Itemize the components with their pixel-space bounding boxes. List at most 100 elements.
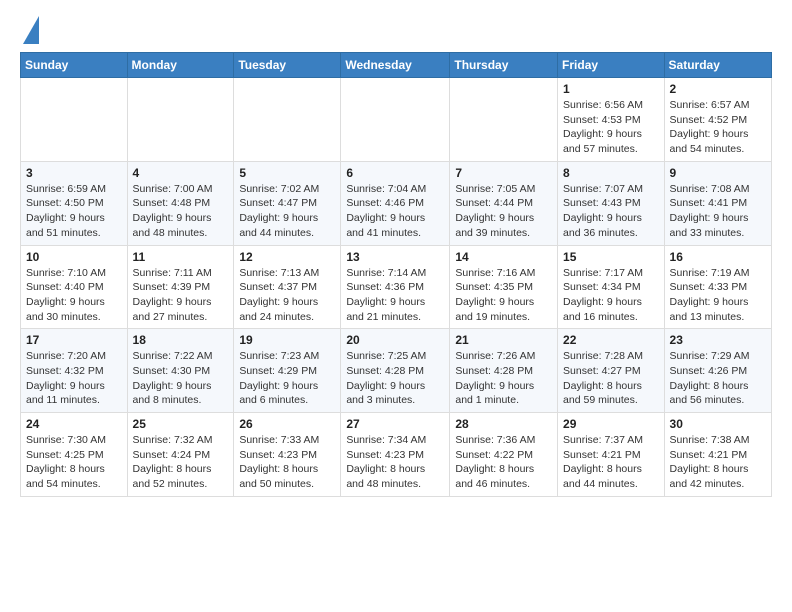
day-number: 5 [239, 166, 335, 180]
calendar-cell: 22 Sunrise: 7:28 AM Sunset: 4:27 PM Dayli… [558, 329, 665, 413]
calendar-cell: 12 Sunrise: 7:13 AM Sunset: 4:37 PM Dayli… [234, 245, 341, 329]
day-number: 26 [239, 417, 335, 431]
weekday-header-friday: Friday [558, 53, 665, 78]
calendar-week-row: 1 Sunrise: 6:56 AM Sunset: 4:53 PM Daylig… [21, 78, 772, 162]
day-info: Sunrise: 7:13 AM Sunset: 4:37 PM Dayligh… [239, 266, 335, 325]
day-number: 22 [563, 333, 659, 347]
day-info: Sunrise: 7:20 AM Sunset: 4:32 PM Dayligh… [26, 349, 122, 408]
calendar-cell: 16Sunrise: 7:19 AM Sunset: 4:33 PM Dayli… [664, 245, 771, 329]
day-number: 21 [455, 333, 552, 347]
logo [20, 16, 39, 44]
calendar-cell: 8 Sunrise: 7:07 AM Sunset: 4:43 PM Daylig… [558, 161, 665, 245]
weekday-header-sunday: Sunday [21, 53, 128, 78]
day-info: Sunrise: 7:17 AM Sunset: 4:34 PM Dayligh… [563, 266, 659, 325]
day-number: 6 [346, 166, 444, 180]
calendar-cell: 24Sunrise: 7:30 AM Sunset: 4:25 PM Dayli… [21, 413, 128, 497]
calendar-cell: 9Sunrise: 7:08 AM Sunset: 4:41 PM Daylig… [664, 161, 771, 245]
day-number: 28 [455, 417, 552, 431]
calendar-week-row: 17 Sunrise: 7:20 AM Sunset: 4:32 PM Dayli… [21, 329, 772, 413]
calendar-cell: 3 Sunrise: 6:59 AM Sunset: 4:50 PM Daylig… [21, 161, 128, 245]
calendar-cell: 1 Sunrise: 6:56 AM Sunset: 4:53 PM Daylig… [558, 78, 665, 162]
weekday-header-monday: Monday [127, 53, 234, 78]
day-info: Sunrise: 7:07 AM Sunset: 4:43 PM Dayligh… [563, 182, 659, 241]
day-number: 19 [239, 333, 335, 347]
calendar-cell [21, 78, 128, 162]
day-number: 3 [26, 166, 122, 180]
day-info: Sunrise: 6:59 AM Sunset: 4:50 PM Dayligh… [26, 182, 122, 241]
day-number: 30 [670, 417, 766, 431]
calendar-cell: 17 Sunrise: 7:20 AM Sunset: 4:32 PM Dayli… [21, 329, 128, 413]
calendar-cell [127, 78, 234, 162]
day-number: 13 [346, 250, 444, 264]
calendar-week-row: 24Sunrise: 7:30 AM Sunset: 4:25 PM Dayli… [21, 413, 772, 497]
day-number: 16 [670, 250, 766, 264]
day-info: Sunrise: 7:04 AM Sunset: 4:46 PM Dayligh… [346, 182, 444, 241]
calendar-cell [450, 78, 558, 162]
calendar-cell: 20Sunrise: 7:25 AM Sunset: 4:28 PM Dayli… [341, 329, 450, 413]
day-info: Sunrise: 7:23 AM Sunset: 4:29 PM Dayligh… [239, 349, 335, 408]
day-info: Sunrise: 7:33 AM Sunset: 4:23 PM Dayligh… [239, 433, 335, 492]
day-number: 11 [133, 250, 229, 264]
day-info: Sunrise: 7:16 AM Sunset: 4:35 PM Dayligh… [455, 266, 552, 325]
day-number: 12 [239, 250, 335, 264]
day-number: 14 [455, 250, 552, 264]
day-number: 29 [563, 417, 659, 431]
calendar-cell: 27 Sunrise: 7:34 AM Sunset: 4:23 PM Dayli… [341, 413, 450, 497]
day-number: 23 [670, 333, 766, 347]
day-info: Sunrise: 6:56 AM Sunset: 4:53 PM Dayligh… [563, 98, 659, 157]
day-info: Sunrise: 7:34 AM Sunset: 4:23 PM Dayligh… [346, 433, 444, 492]
weekday-header-row: SundayMondayTuesdayWednesdayThursdayFrid… [21, 53, 772, 78]
calendar-cell: 4 Sunrise: 7:00 AM Sunset: 4:48 PM Daylig… [127, 161, 234, 245]
weekday-header-thursday: Thursday [450, 53, 558, 78]
day-info: Sunrise: 7:08 AM Sunset: 4:41 PM Dayligh… [670, 182, 766, 241]
day-info: Sunrise: 7:11 AM Sunset: 4:39 PM Dayligh… [133, 266, 229, 325]
day-info: Sunrise: 7:25 AM Sunset: 4:28 PM Dayligh… [346, 349, 444, 408]
day-number: 17 [26, 333, 122, 347]
day-number: 2 [670, 82, 766, 96]
day-number: 7 [455, 166, 552, 180]
day-info: Sunrise: 7:26 AM Sunset: 4:28 PM Dayligh… [455, 349, 552, 408]
day-number: 1 [563, 82, 659, 96]
logo-triangle-icon [23, 16, 39, 44]
day-info: Sunrise: 7:00 AM Sunset: 4:48 PM Dayligh… [133, 182, 229, 241]
day-number: 27 [346, 417, 444, 431]
day-info: Sunrise: 7:10 AM Sunset: 4:40 PM Dayligh… [26, 266, 122, 325]
day-number: 10 [26, 250, 122, 264]
calendar-cell: 13 Sunrise: 7:14 AM Sunset: 4:36 PM Dayli… [341, 245, 450, 329]
calendar-cell: 2 Sunrise: 6:57 AM Sunset: 4:52 PM Daylig… [664, 78, 771, 162]
day-info: Sunrise: 7:32 AM Sunset: 4:24 PM Dayligh… [133, 433, 229, 492]
day-info: Sunrise: 7:36 AM Sunset: 4:22 PM Dayligh… [455, 433, 552, 492]
calendar-cell: 23 Sunrise: 7:29 AM Sunset: 4:26 PM Dayli… [664, 329, 771, 413]
day-info: Sunrise: 7:29 AM Sunset: 4:26 PM Dayligh… [670, 349, 766, 408]
calendar-cell: 26 Sunrise: 7:33 AM Sunset: 4:23 PM Dayli… [234, 413, 341, 497]
weekday-header-tuesday: Tuesday [234, 53, 341, 78]
calendar-cell: 15Sunrise: 7:17 AM Sunset: 4:34 PM Dayli… [558, 245, 665, 329]
calendar-table: SundayMondayTuesdayWednesdayThursdayFrid… [20, 52, 772, 497]
day-number: 25 [133, 417, 229, 431]
day-info: Sunrise: 6:57 AM Sunset: 4:52 PM Dayligh… [670, 98, 766, 157]
day-number: 8 [563, 166, 659, 180]
calendar-cell: 11 Sunrise: 7:11 AM Sunset: 4:39 PM Dayli… [127, 245, 234, 329]
calendar-cell [234, 78, 341, 162]
calendar-week-row: 3 Sunrise: 6:59 AM Sunset: 4:50 PM Daylig… [21, 161, 772, 245]
calendar-cell: 10 Sunrise: 7:10 AM Sunset: 4:40 PM Dayli… [21, 245, 128, 329]
calendar-cell: 30 Sunrise: 7:38 AM Sunset: 4:21 PM Dayli… [664, 413, 771, 497]
calendar-cell: 19 Sunrise: 7:23 AM Sunset: 4:29 PM Dayli… [234, 329, 341, 413]
day-info: Sunrise: 7:28 AM Sunset: 4:27 PM Dayligh… [563, 349, 659, 408]
day-number: 4 [133, 166, 229, 180]
day-info: Sunrise: 7:14 AM Sunset: 4:36 PM Dayligh… [346, 266, 444, 325]
calendar-cell [341, 78, 450, 162]
weekday-header-wednesday: Wednesday [341, 53, 450, 78]
calendar-cell: 6 Sunrise: 7:04 AM Sunset: 4:46 PM Daylig… [341, 161, 450, 245]
calendar-cell: 28 Sunrise: 7:36 AM Sunset: 4:22 PM Dayli… [450, 413, 558, 497]
day-info: Sunrise: 7:22 AM Sunset: 4:30 PM Dayligh… [133, 349, 229, 408]
calendar-cell: 18 Sunrise: 7:22 AM Sunset: 4:30 PM Dayli… [127, 329, 234, 413]
day-number: 18 [133, 333, 229, 347]
calendar-week-row: 10 Sunrise: 7:10 AM Sunset: 4:40 PM Dayli… [21, 245, 772, 329]
day-info: Sunrise: 7:37 AM Sunset: 4:21 PM Dayligh… [563, 433, 659, 492]
calendar-cell: 5Sunrise: 7:02 AM Sunset: 4:47 PM Daylig… [234, 161, 341, 245]
calendar-cell: 21 Sunrise: 7:26 AM Sunset: 4:28 PM Dayli… [450, 329, 558, 413]
calendar-cell: 25 Sunrise: 7:32 AM Sunset: 4:24 PM Dayli… [127, 413, 234, 497]
day-info: Sunrise: 7:38 AM Sunset: 4:21 PM Dayligh… [670, 433, 766, 492]
weekday-header-saturday: Saturday [664, 53, 771, 78]
